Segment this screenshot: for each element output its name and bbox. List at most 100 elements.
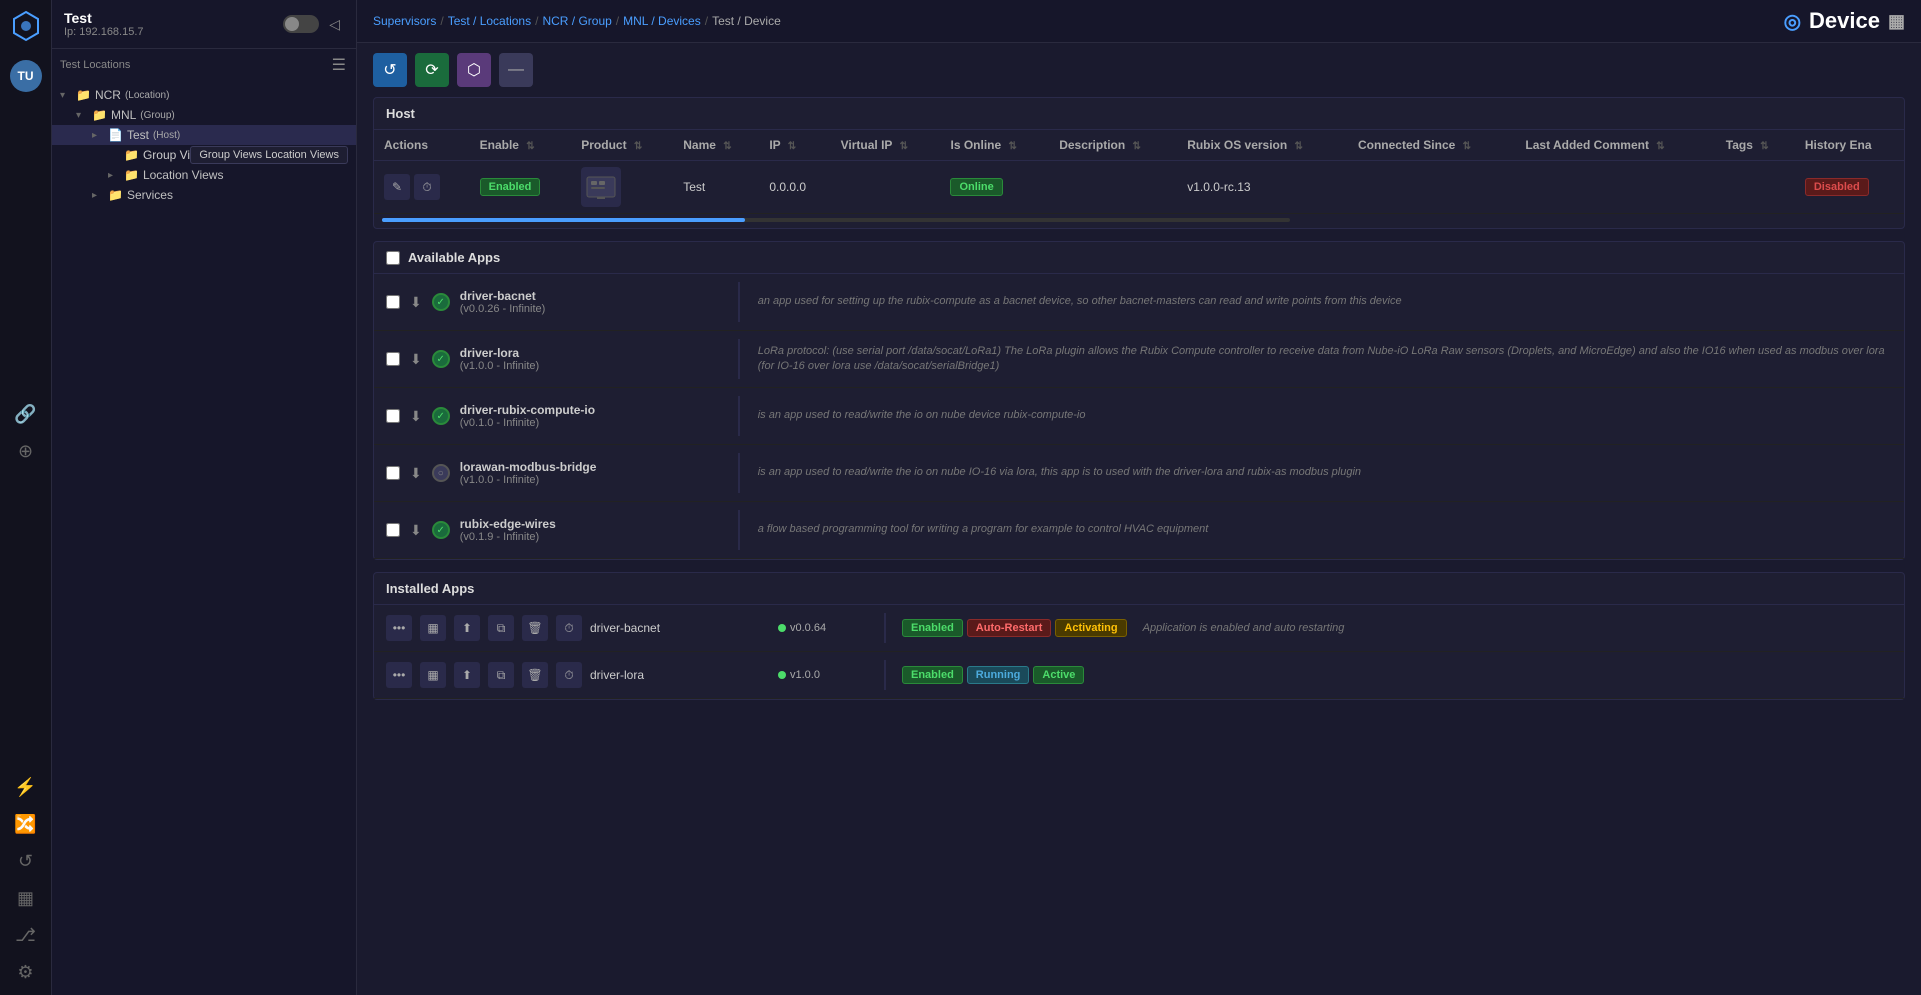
app-checkbox-lorawan-modbus-bridge[interactable] xyxy=(386,466,400,480)
host-history: Disabled xyxy=(1795,161,1904,214)
settings-icon[interactable]: ⚙ xyxy=(13,958,37,987)
installed-dots-driver-bacnet[interactable]: ••• xyxy=(386,615,412,641)
host-product xyxy=(571,161,673,214)
badge-enabled-driver-bacnet: Enabled xyxy=(902,619,963,637)
sidebar-item-mnl[interactable]: ▾ 📁 MNL (Group) xyxy=(52,105,356,125)
edit-host-button[interactable]: ✎ xyxy=(384,174,410,200)
refresh-icon[interactable]: ↺ xyxy=(14,847,37,876)
installed-timer-driver-lora[interactable]: ⏱ xyxy=(556,662,582,688)
app-name-lorawan-modbus-bridge: lorawan-modbus-bridge xyxy=(460,460,720,474)
chevron-services: ▸ xyxy=(92,190,104,201)
app-checkbox-driver-lora[interactable] xyxy=(386,352,400,366)
ncr-badge: (Location) xyxy=(125,90,169,101)
host-section-title: Host xyxy=(374,98,1904,130)
col-enable: Enable ⇅ xyxy=(470,130,572,161)
download-icon-driver-bacnet[interactable]: ⬇ xyxy=(410,294,422,311)
sidebar-item-group-views[interactable]: 📁 Group Views Group Views Location Views xyxy=(52,145,356,165)
topbar: Supervisors / Test / Locations / NCR / G… xyxy=(357,0,1921,43)
flow-icon[interactable]: 🔀 xyxy=(10,810,40,839)
installed-table-driver-bacnet[interactable]: ▦ xyxy=(420,615,446,641)
host-section: Host Actions Enable ⇅ Product ⇅ Name ⇅ I… xyxy=(373,97,1905,229)
installed-export-driver-bacnet[interactable]: ⬆ xyxy=(454,615,480,641)
icon-rail: TU 🔗 ⊕ ⚡ 🔀 ↺ ▦ ⎇ ⚙ xyxy=(0,0,52,995)
installed-name-driver-lora: driver-lora xyxy=(590,668,770,682)
settings-button[interactable]: ⬡ xyxy=(457,53,491,87)
installed-copy-driver-lora[interactable]: ⧉ xyxy=(488,662,514,688)
download-icon-rubix-edge-wires[interactable]: ⬇ xyxy=(410,522,422,539)
app-divider-2 xyxy=(738,339,740,379)
col-rubix-os: Rubix OS version ⇅ xyxy=(1177,130,1348,161)
status-dot-driver-rubix-compute-io: ✓ xyxy=(432,407,450,425)
installed-version-driver-lora: v1.0.0 xyxy=(778,669,868,681)
host-tags xyxy=(1716,161,1795,214)
git-icon[interactable]: ⎇ xyxy=(11,921,40,950)
sidebar-collapse-button[interactable]: ◁ xyxy=(325,14,344,35)
available-apps-header: Available Apps xyxy=(374,242,1904,274)
refresh-button[interactable]: ↺ xyxy=(373,53,407,87)
more-button[interactable]: — xyxy=(499,53,533,87)
installed-apps-title: Installed Apps xyxy=(386,581,474,596)
col-tags: Tags ⇅ xyxy=(1716,130,1795,161)
download-icon-lorawan-modbus-bridge[interactable]: ⬇ xyxy=(410,465,422,482)
host-connected-since xyxy=(1348,161,1515,214)
page-title: ◎ Device ▦ xyxy=(1784,8,1905,34)
sidebar-item-test-host[interactable]: ▸ 📄 Test (Host) xyxy=(52,125,356,145)
app-logo xyxy=(8,8,44,44)
breadcrumb-test-locations[interactable]: Test / Locations xyxy=(448,14,531,28)
status-dot-rubix-edge-wires: ✓ xyxy=(432,521,450,539)
app-checkbox-driver-bacnet[interactable] xyxy=(386,295,400,309)
sidebar-item-ncr[interactable]: ▾ 📁 NCR (Location) xyxy=(52,85,356,105)
select-all-apps-checkbox[interactable] xyxy=(386,251,400,265)
available-apps-section: Available Apps ⬇ ✓ driver-bacnet (v0.0.2… xyxy=(373,241,1905,560)
app-row-driver-lora: ⬇ ✓ driver-lora (v1.0.0 - Infinite) LoRa… xyxy=(374,331,1904,388)
host-row: ✎ ⏱ Enabled xyxy=(374,161,1904,214)
app-name-driver-lora: driver-lora xyxy=(460,346,720,360)
installed-desc-driver-bacnet: Application is enabled and auto restarti… xyxy=(1143,622,1345,634)
app-version-driver-bacnet: (v0.0.26 - Infinite) xyxy=(460,303,720,315)
scrollable-content[interactable]: Host Actions Enable ⇅ Product ⇅ Name ⇅ I… xyxy=(357,97,1921,995)
sidebar-toggle[interactable] xyxy=(283,15,319,33)
sidebar-item-services[interactable]: ▸ 📁 Services xyxy=(52,185,356,205)
folder-icon-group-views: 📁 xyxy=(124,148,139,162)
chevron-test: ▸ xyxy=(92,130,104,141)
tree-menu-button[interactable]: ☰ xyxy=(330,53,348,77)
installed-table-driver-lora[interactable]: ▦ xyxy=(420,662,446,688)
clock-host-button[interactable]: ⏱ xyxy=(414,174,440,200)
badge-active-driver-lora: Active xyxy=(1033,666,1084,684)
app-desc-driver-bacnet: an app used for setting up the rubix-com… xyxy=(758,294,1892,309)
app-checkbox-rubix-edge-wires[interactable] xyxy=(386,523,400,537)
installed-row-driver-lora: ••• ▦ ⬆ ⧉ 🗑 ⏱ driver-lora v1.0.0 Enabled… xyxy=(374,652,1904,699)
app-info-driver-rubix-compute-io: driver-rubix-compute-io (v0.1.0 - Infini… xyxy=(460,403,720,429)
sync-button[interactable]: ⟳ xyxy=(415,53,449,87)
installed-dots-driver-lora[interactable]: ••• xyxy=(386,662,412,688)
user-avatar[interactable]: TU xyxy=(10,60,42,92)
installed-export-driver-lora[interactable]: ⬆ xyxy=(454,662,480,688)
folder-icon-services: 📁 xyxy=(108,188,123,202)
breadcrumb-supervisors[interactable]: Supervisors xyxy=(373,14,436,28)
download-icon-driver-lora[interactable]: ⬇ xyxy=(410,351,422,368)
app-info-rubix-edge-wires: rubix-edge-wires (v0.1.9 - Infinite) xyxy=(460,517,720,543)
breadcrumb-mnl-devices[interactable]: MNL / Devices xyxy=(623,14,701,28)
breadcrumb-ncr-group[interactable]: NCR / Group xyxy=(542,14,611,28)
link-icon[interactable]: 🔗 xyxy=(10,400,40,429)
badge-enabled-driver-lora: Enabled xyxy=(902,666,963,684)
grid-icon[interactable]: ▦ xyxy=(13,884,38,913)
download-icon-driver-rubix-compute-io[interactable]: ⬇ xyxy=(410,408,422,425)
app-version-driver-lora: (v1.0.0 - Infinite) xyxy=(460,360,720,372)
status-dot-driver-bacnet: ✓ xyxy=(432,293,450,311)
device-icon: ▦ xyxy=(1888,11,1905,32)
installed-timer-driver-bacnet[interactable]: ⏱ xyxy=(556,615,582,641)
col-product: Product ⇅ xyxy=(571,130,673,161)
installed-trash-driver-lora[interactable]: 🗑 xyxy=(522,662,548,688)
sidebar-item-location-views[interactable]: ▸ 📁 Location Views xyxy=(52,165,356,185)
installed-trash-driver-bacnet[interactable]: 🗑 xyxy=(522,615,548,641)
file-tree: ▾ 📁 NCR (Location) ▾ 📁 MNL (Group) ▸ 📄 T… xyxy=(52,81,356,995)
installed-copy-driver-bacnet[interactable]: ⧉ xyxy=(488,615,514,641)
lightning-icon[interactable]: ⚡ xyxy=(10,773,40,802)
add-icon[interactable]: ⊕ xyxy=(14,437,37,466)
app-checkbox-driver-rubix-compute-io[interactable] xyxy=(386,409,400,423)
sidebar-header: Test Ip: 192.168.15.7 ◁ xyxy=(52,0,356,49)
host-actions: ✎ ⏱ xyxy=(374,161,470,214)
inst-divider-1 xyxy=(884,613,886,643)
folder-icon-ncr: 📁 xyxy=(76,88,91,102)
